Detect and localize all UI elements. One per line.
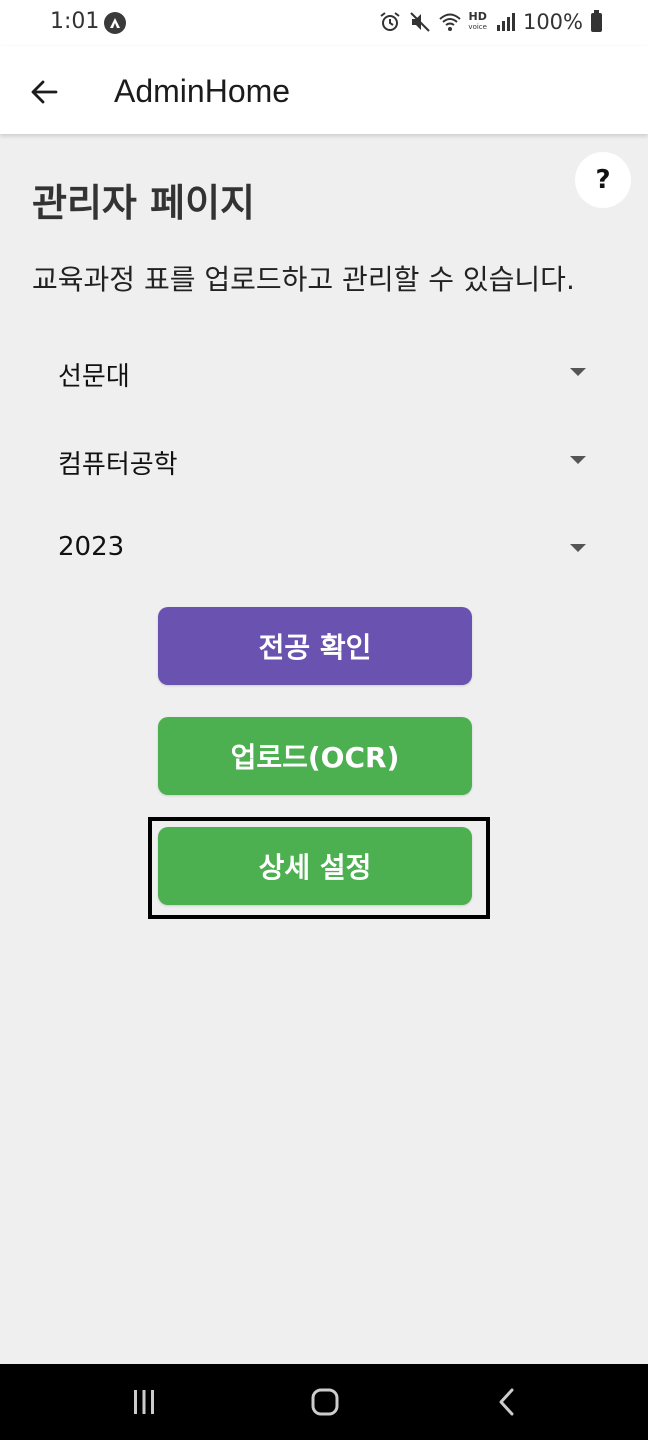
caret-down-icon bbox=[570, 456, 586, 464]
dropdown-value: 컴퓨터공학 bbox=[58, 450, 178, 480]
hd-label: HD bbox=[468, 10, 487, 23]
battery-icon bbox=[591, 9, 602, 32]
dropdown-value: 선문대 bbox=[58, 362, 130, 392]
check-major-button[interactable]: 전공 확인 bbox=[158, 607, 472, 685]
signal-icon bbox=[496, 13, 515, 31]
recent-apps-icon bbox=[134, 1390, 154, 1414]
hd-voice-icon: HD voice bbox=[468, 10, 487, 32]
home-icon bbox=[311, 1388, 339, 1416]
help-button[interactable]: ? bbox=[575, 152, 631, 208]
university-dropdown[interactable]: 선문대 bbox=[58, 342, 590, 402]
help-icon: ? bbox=[595, 165, 611, 195]
status-bar: 1:01 HD voice 100% bbox=[0, 0, 648, 46]
detail-settings-label: 상세 설정 bbox=[258, 851, 372, 884]
battery-text: 100% bbox=[522, 10, 583, 34]
caret-down-icon bbox=[570, 368, 586, 376]
upload-ocr-button[interactable]: 업로드(OCR) bbox=[158, 717, 472, 795]
detail-settings-button[interactable]: 상세 설정 bbox=[158, 827, 472, 905]
back-icon bbox=[499, 1388, 514, 1416]
home-button[interactable] bbox=[305, 1382, 345, 1422]
back-button[interactable] bbox=[22, 70, 66, 114]
page-title: 관리자 페이지 bbox=[32, 181, 255, 225]
page-description: 교육과정 표를 업로드하고 관리할 수 있습니다. bbox=[32, 263, 575, 296]
navigation-bar bbox=[0, 1364, 648, 1440]
hd-sub-label: voice bbox=[468, 23, 487, 31]
app-notification-icon bbox=[104, 12, 126, 34]
status-icons: HD voice 100% bbox=[378, 9, 602, 34]
check-major-label: 전공 확인 bbox=[258, 631, 372, 664]
system-back-button[interactable] bbox=[487, 1382, 527, 1422]
alarm-icon bbox=[380, 12, 401, 31]
year-dropdown[interactable]: 2023 bbox=[58, 518, 590, 578]
arrow-left-icon bbox=[31, 80, 58, 104]
dropdown-value: 2023 bbox=[58, 532, 125, 562]
major-dropdown[interactable]: 컴퓨터공학 bbox=[58, 430, 590, 490]
wifi-icon bbox=[439, 13, 462, 31]
recent-apps-button[interactable] bbox=[124, 1382, 164, 1422]
status-time: 1:01 bbox=[50, 9, 100, 34]
app-bar: AdminHome bbox=[0, 46, 648, 134]
app-title: AdminHome bbox=[114, 73, 291, 109]
mute-icon bbox=[410, 12, 431, 32]
upload-ocr-label: 업로드(OCR) bbox=[230, 741, 400, 774]
caret-down-icon bbox=[570, 544, 586, 552]
